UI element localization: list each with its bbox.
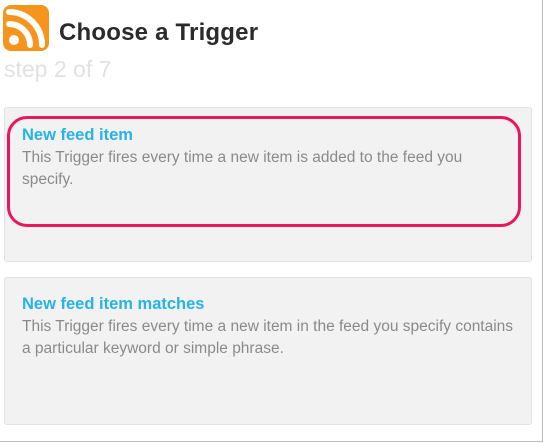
rss-feed-icon xyxy=(3,5,49,51)
trigger-description: This Trigger fires every time a new item… xyxy=(22,318,514,357)
screenshot-frame: Choose a Trigger step 2 of 7 New feed it… xyxy=(0,0,543,442)
trigger-title-link[interactable]: New feed item xyxy=(22,126,133,145)
page-title: Choose a Trigger xyxy=(59,19,259,46)
trigger-description: This Trigger fires every time a new item… xyxy=(22,149,463,188)
trigger-option-new-feed-item-matches[interactable]: New feed item matches This Trigger fires… xyxy=(4,277,532,425)
trigger-option-new-feed-item[interactable]: New feed item This Trigger fires every t… xyxy=(4,107,532,262)
trigger-title-link[interactable]: New feed item matches xyxy=(22,295,204,314)
step-indicator: step 2 of 7 xyxy=(4,56,112,82)
